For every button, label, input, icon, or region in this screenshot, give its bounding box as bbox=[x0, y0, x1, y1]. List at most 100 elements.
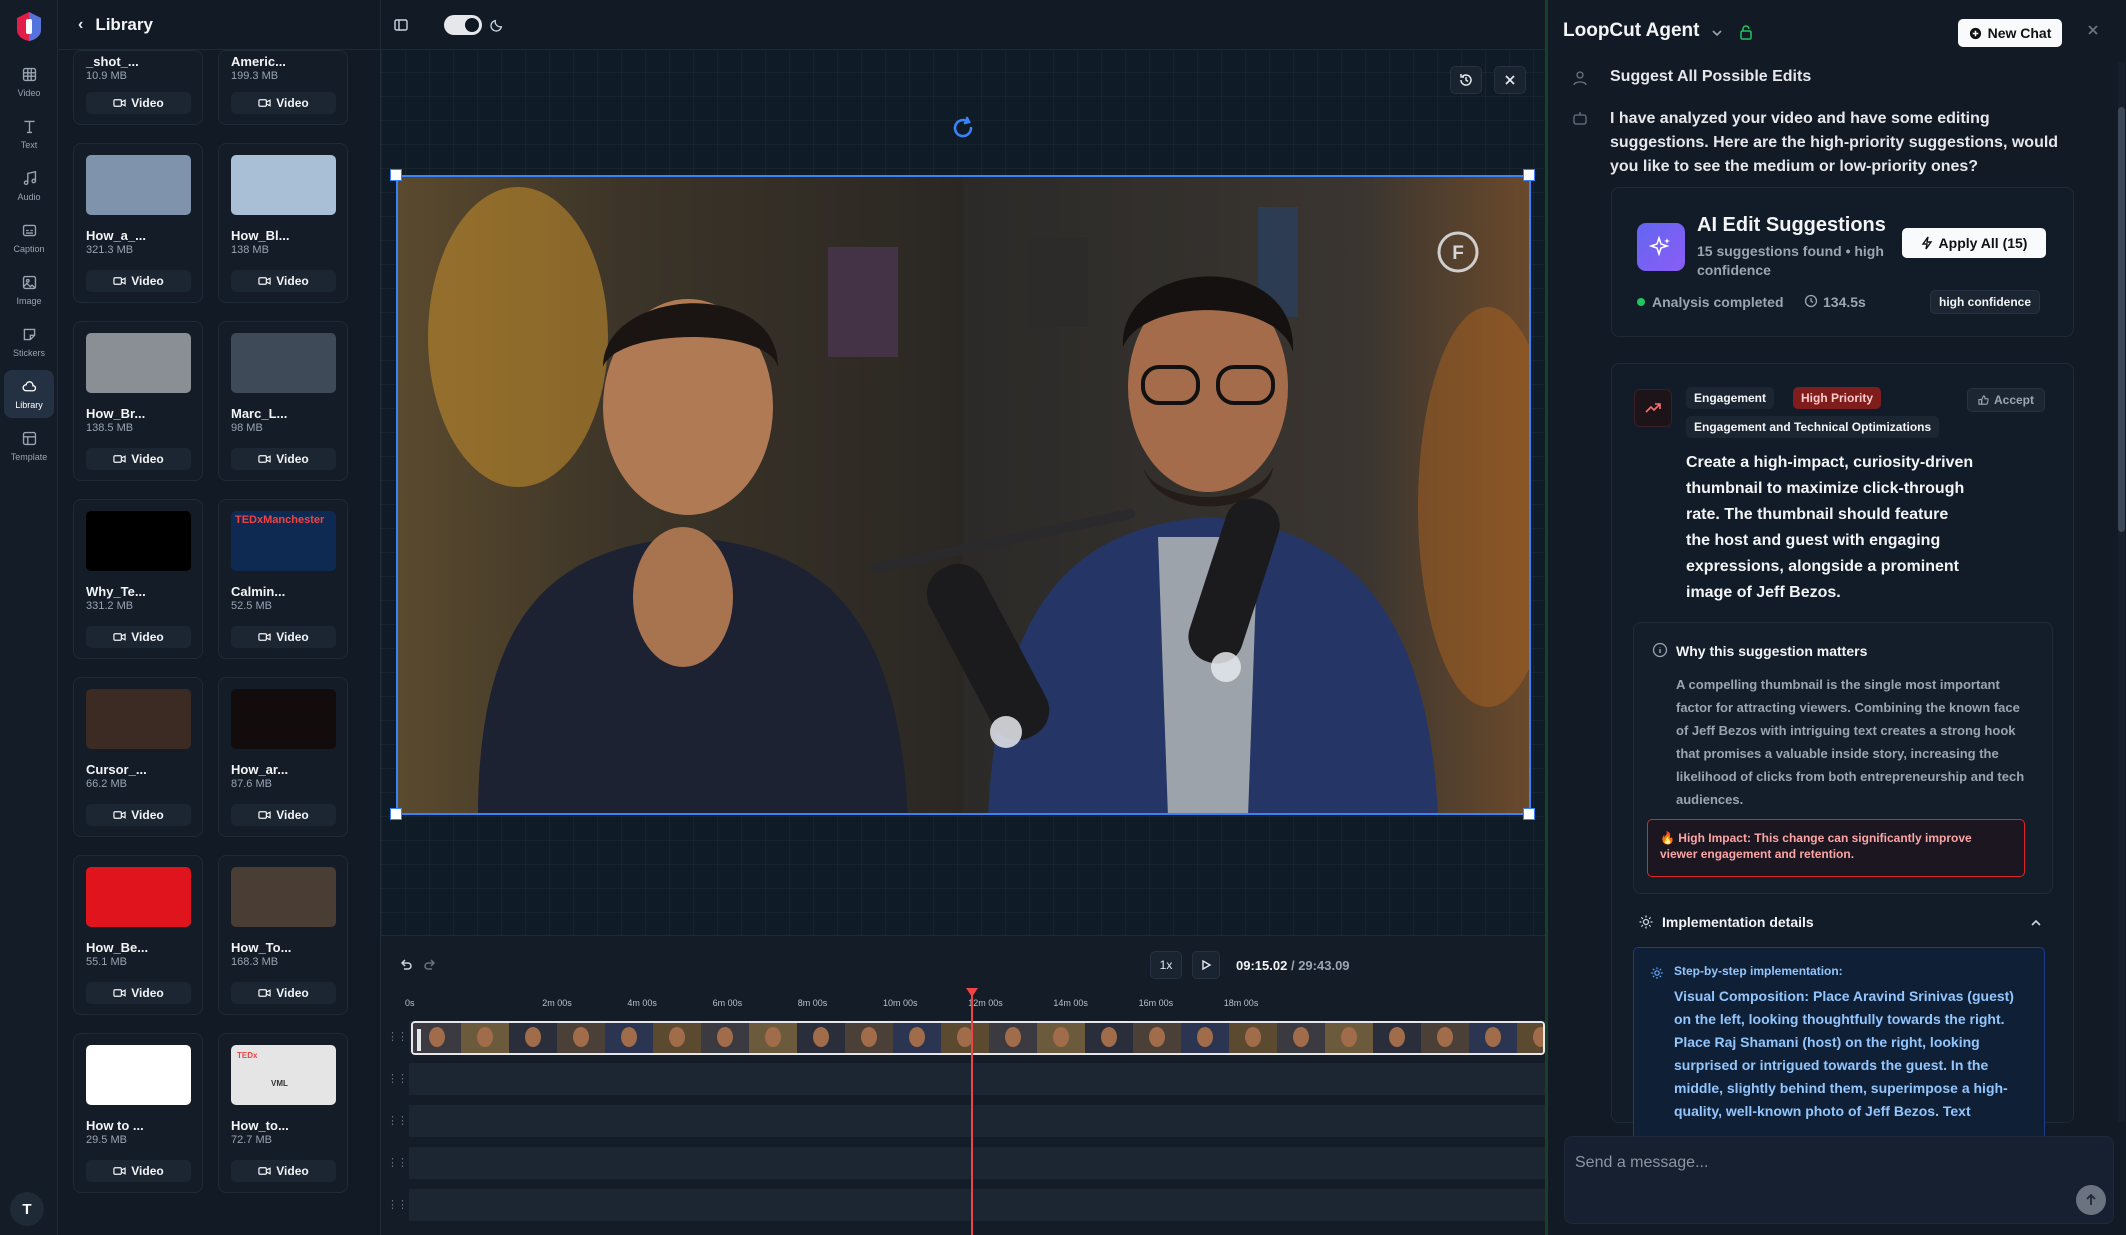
filmstrip-face bbox=[525, 1027, 541, 1047]
user-avatar[interactable]: T bbox=[10, 1192, 44, 1226]
library-item-type-badge[interactable]: Video bbox=[231, 982, 336, 1004]
library-item-type-badge[interactable]: Video bbox=[86, 448, 191, 470]
clip-filmstrip bbox=[413, 1023, 1543, 1053]
track-2[interactable] bbox=[409, 1063, 1545, 1097]
track-4[interactable] bbox=[409, 1147, 1545, 1181]
library-item[interactable]: How_a_... 321.3 MB Video bbox=[73, 143, 203, 303]
arrow-up-icon bbox=[2086, 1193, 2096, 1205]
rail-item-stickers[interactable]: Stickers bbox=[4, 318, 54, 366]
redo-icon[interactable] bbox=[421, 956, 439, 974]
rail-item-library[interactable]: Library bbox=[4, 370, 54, 418]
vml-label: VML bbox=[271, 1079, 288, 1088]
library-item[interactable]: TEDxManchester Calmin... 52.5 MB Video bbox=[218, 499, 348, 659]
library-item[interactable]: How_Br... 138.5 MB Video bbox=[73, 321, 203, 481]
drag-handle-icon[interactable]: ⋮⋮ bbox=[387, 1072, 408, 1085]
video-preview[interactable]: F bbox=[396, 175, 1531, 815]
filmstrip-face bbox=[765, 1027, 781, 1047]
rail-item-video[interactable]: Video bbox=[4, 58, 54, 106]
library-item[interactable]: How_Bl... 138 MB Video bbox=[218, 143, 348, 303]
rail-item-audio[interactable]: Audio bbox=[4, 162, 54, 210]
library-item-type: Video bbox=[131, 986, 164, 1000]
theme-toggle[interactable] bbox=[444, 15, 482, 35]
editor-topbar bbox=[381, 0, 1545, 50]
agent-title[interactable]: LoopCut Agent bbox=[1563, 20, 1699, 42]
drag-handle-icon[interactable]: ⋮⋮ bbox=[387, 1114, 408, 1127]
app-logo-icon[interactable] bbox=[13, 10, 45, 42]
track-5[interactable] bbox=[409, 1189, 1545, 1223]
rail-item-image[interactable]: Image bbox=[4, 266, 54, 314]
library-item-type-badge[interactable]: Video bbox=[86, 982, 191, 1004]
new-chat-button[interactable]: New Chat bbox=[1958, 19, 2062, 47]
close-icon[interactable] bbox=[2086, 23, 2100, 37]
library-item-size: 52.5 MB bbox=[231, 600, 272, 612]
library-item-type-badge[interactable]: Video bbox=[231, 270, 336, 292]
implementation-details: Step-by-step implementation: Visual Comp… bbox=[1633, 947, 2045, 1147]
library-item[interactable]: Americ... 199.3 MB Video bbox=[218, 50, 348, 125]
send-button[interactable] bbox=[2076, 1185, 2106, 1215]
video-camera-icon bbox=[258, 811, 271, 819]
resize-handle-br[interactable] bbox=[1523, 808, 1535, 820]
left-rail: Video Text Audio Caption Image Stickers … bbox=[0, 0, 58, 1235]
video-clip[interactable] bbox=[411, 1021, 1545, 1055]
library-item[interactable]: How_To... 168.3 MB Video bbox=[218, 855, 348, 1015]
rail-item-text[interactable]: Text bbox=[4, 110, 54, 158]
chevron-down-icon[interactable] bbox=[1711, 27, 1723, 39]
library-item-type-badge[interactable]: Video bbox=[231, 1160, 336, 1182]
close-preview-button[interactable] bbox=[1494, 66, 1526, 94]
library-item-type-badge[interactable]: Video bbox=[86, 1160, 191, 1182]
refresh-icon[interactable] bbox=[949, 114, 977, 142]
library-item-type-badge[interactable]: Video bbox=[86, 270, 191, 292]
library-item[interactable]: Cursor_... 66.2 MB Video bbox=[73, 677, 203, 837]
history-button[interactable] bbox=[1450, 66, 1482, 94]
library-item-type-badge[interactable]: Video bbox=[86, 626, 191, 648]
apply-all-button[interactable]: Apply All (15) bbox=[1902, 228, 2046, 258]
library-item[interactable]: TEDx VML How_to... 72.7 MB Video bbox=[218, 1033, 348, 1193]
rail-label-stickers: Stickers bbox=[12, 348, 45, 358]
agent-scrollbar[interactable] bbox=[2118, 62, 2125, 1122]
library-item-type-badge[interactable]: Video bbox=[231, 804, 336, 826]
message-input[interactable] bbox=[1575, 1149, 2055, 1177]
library-item-thumbnail bbox=[86, 867, 191, 927]
library-item-type-badge[interactable]: Video bbox=[231, 626, 336, 648]
filmstrip-face bbox=[717, 1027, 733, 1047]
library-item-type-badge[interactable]: Video bbox=[231, 92, 336, 114]
track-3[interactable] bbox=[409, 1105, 1545, 1139]
library-item-size: 55.1 MB bbox=[86, 956, 127, 968]
resize-handle-tl[interactable] bbox=[390, 169, 402, 181]
filmstrip-face bbox=[1101, 1027, 1117, 1047]
library-item[interactable]: How to ... 29.5 MB Video bbox=[73, 1033, 203, 1193]
rail-item-caption[interactable]: Caption bbox=[4, 214, 54, 262]
filmstrip-face bbox=[1005, 1027, 1021, 1047]
library-item[interactable]: How_ar... 87.6 MB Video bbox=[218, 677, 348, 837]
resize-handle-tr[interactable] bbox=[1523, 169, 1535, 181]
playhead[interactable] bbox=[965, 988, 978, 1235]
play-button[interactable] bbox=[1192, 951, 1220, 979]
drag-handle-icon[interactable]: ⋮⋮ bbox=[387, 1156, 408, 1169]
resize-handle-bl[interactable] bbox=[390, 808, 402, 820]
clip-trim-handle[interactable] bbox=[417, 1029, 421, 1051]
drag-handle-icon[interactable]: ⋮⋮ bbox=[387, 1030, 408, 1043]
library-item-name: Calmin... bbox=[231, 584, 286, 599]
implementation-title[interactable]: Implementation details bbox=[1662, 914, 1814, 930]
library-item-size: 199.3 MB bbox=[231, 70, 279, 82]
drag-handle-icon[interactable]: ⋮⋮ bbox=[387, 1198, 408, 1211]
filmstrip-face bbox=[477, 1027, 493, 1047]
speed-button[interactable]: 1x bbox=[1150, 951, 1182, 979]
library-item-type-badge[interactable]: Video bbox=[86, 804, 191, 826]
library-item[interactable]: Marc_L... 98 MB Video bbox=[218, 321, 348, 481]
accept-button[interactable]: Accept bbox=[1967, 388, 2045, 412]
undo-icon[interactable] bbox=[397, 956, 415, 974]
agent-scrollbar-thumb[interactable] bbox=[2118, 107, 2125, 532]
rail-item-template[interactable]: Template bbox=[4, 422, 54, 470]
suggestion-card: Engagement High Priority Engagement and … bbox=[1611, 363, 2074, 1147]
library-item[interactable]: Why_Te... 331.2 MB Video bbox=[73, 499, 203, 659]
video-camera-icon bbox=[113, 99, 126, 107]
library-item[interactable]: How_Be... 55.1 MB Video bbox=[73, 855, 203, 1015]
rail-label-template: Template bbox=[10, 452, 48, 462]
library-item[interactable]: _shot_... 10.9 MB Video bbox=[73, 50, 203, 125]
library-item-type-badge[interactable]: Video bbox=[231, 448, 336, 470]
sidebar-toggle-icon[interactable] bbox=[389, 14, 413, 36]
library-item-type-badge[interactable]: Video bbox=[86, 92, 191, 114]
chevron-up-icon[interactable] bbox=[2030, 917, 2042, 929]
back-chevron-icon[interactable]: ‹ bbox=[78, 16, 83, 34]
